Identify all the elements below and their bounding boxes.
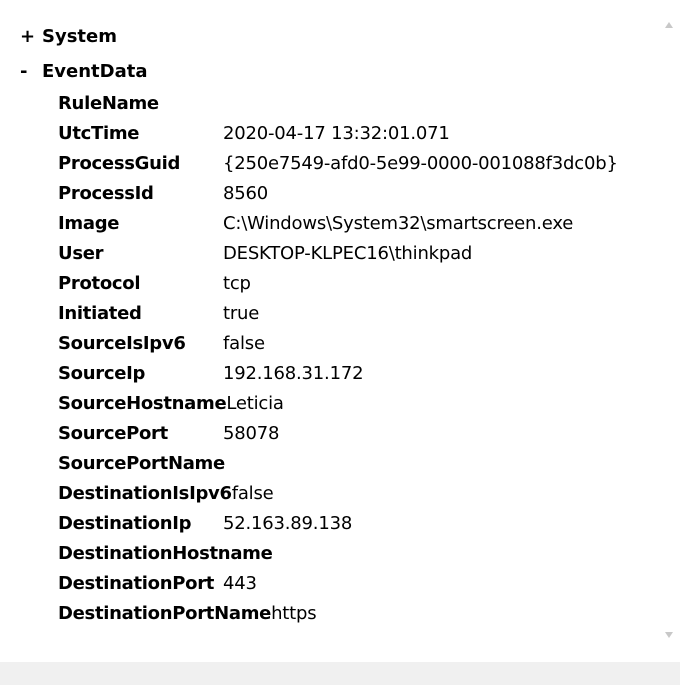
field-row: SourcePort 58078 bbox=[58, 419, 618, 449]
field-row: DestinationIsIpv6false bbox=[58, 479, 618, 509]
field-row: ProcessGuid {250e7549-afd0-5e99-0000-0010… bbox=[58, 149, 618, 179]
field-key: SourcePortName bbox=[58, 453, 225, 474]
field-row: RuleName bbox=[58, 89, 618, 119]
collapse-toggle[interactable]: - bbox=[20, 57, 42, 87]
field-key: DestinationHostname bbox=[58, 543, 273, 564]
field-key: Protocol bbox=[58, 273, 141, 294]
field-row: SourceIp 192.168.31.172 bbox=[58, 359, 618, 389]
field-value: false bbox=[223, 333, 265, 354]
eventdata-field-list: RuleName UtcTime 2020-04-17 13:32:01.071 … bbox=[58, 89, 618, 629]
field-key: RuleName bbox=[58, 93, 159, 114]
field-row: DestinationIp 52.163.89.138 bbox=[58, 509, 618, 539]
field-value: true bbox=[223, 303, 260, 324]
scroll-down-icon[interactable] bbox=[665, 632, 673, 638]
field-value: tcp bbox=[223, 273, 251, 294]
field-row: Protocol tcp bbox=[58, 269, 618, 299]
field-value: DESKTOP-KLPEC16\thinkpad bbox=[223, 243, 473, 264]
field-key: UtcTime bbox=[58, 123, 140, 144]
field-row: DestinationHostname bbox=[58, 539, 618, 569]
field-key: SourceHostname bbox=[58, 393, 227, 414]
field-value: 58078 bbox=[223, 423, 280, 444]
field-row: Initiated true bbox=[58, 299, 618, 329]
field-value: 52.163.89.138 bbox=[223, 513, 353, 534]
field-value: C:\Windows\System32\smartscreen.exe bbox=[223, 213, 574, 234]
vertical-scrollbar[interactable] bbox=[662, 0, 680, 662]
field-row: Image C:\Windows\System32\smartscreen.exe bbox=[58, 209, 618, 239]
tree-node-eventdata[interactable]: - EventData bbox=[20, 57, 148, 87]
expand-toggle[interactable]: + bbox=[20, 22, 42, 52]
field-row: SourceHostnameLeticia bbox=[58, 389, 618, 419]
field-value: 192.168.31.172 bbox=[223, 363, 364, 384]
field-row: ProcessId 8560 bbox=[58, 179, 618, 209]
field-key: SourceIsIpv6 bbox=[58, 333, 186, 354]
field-row: DestinationPort 443 bbox=[58, 569, 618, 599]
field-key: SourceIp bbox=[58, 363, 146, 384]
field-key: Image bbox=[58, 213, 120, 234]
field-key: SourcePort bbox=[58, 423, 168, 444]
field-key: User bbox=[58, 243, 104, 264]
field-key: DestinationPort bbox=[58, 573, 215, 594]
field-row: SourcePortName bbox=[58, 449, 618, 479]
field-value: false bbox=[231, 483, 274, 504]
event-xml-panel: + System - EventData RuleName UtcTime 2020-… bbox=[0, 0, 662, 662]
node-label-system: System bbox=[42, 26, 117, 47]
tree-node-system[interactable]: + System bbox=[20, 22, 117, 52]
field-value: https bbox=[271, 603, 317, 624]
field-value: 8560 bbox=[223, 183, 269, 204]
field-value: 443 bbox=[223, 573, 257, 594]
field-row: UtcTime 2020-04-17 13:32:01.071 bbox=[58, 119, 618, 149]
field-value: 2020-04-17 13:32:01.071 bbox=[223, 123, 450, 144]
field-row: SourceIsIpv6 false bbox=[58, 329, 618, 359]
field-value: Leticia bbox=[226, 393, 284, 414]
field-row: DestinationPortNamehttps bbox=[58, 599, 618, 629]
node-label-eventdata: EventData bbox=[42, 61, 148, 82]
bottom-border bbox=[0, 662, 680, 685]
field-key: DestinationIp bbox=[58, 513, 192, 534]
scroll-up-icon[interactable] bbox=[665, 22, 673, 28]
field-key: Initiated bbox=[58, 303, 142, 324]
field-key: DestinationIsIpv6 bbox=[58, 483, 232, 504]
field-value: {250e7549-afd0-5e99-0000-001088f3dc0b} bbox=[223, 153, 618, 174]
field-key: ProcessGuid bbox=[58, 153, 181, 174]
field-key: DestinationPortName bbox=[58, 603, 272, 624]
field-row: User DESKTOP-KLPEC16\thinkpad bbox=[58, 239, 618, 269]
field-key: ProcessId bbox=[58, 183, 154, 204]
